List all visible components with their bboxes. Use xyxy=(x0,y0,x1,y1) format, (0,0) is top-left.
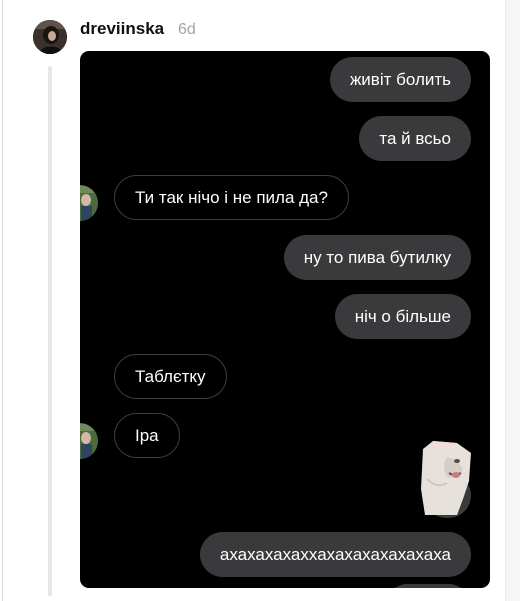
contact-avatar xyxy=(80,185,98,221)
page: dreviinska 6d живіт болить та й всьо Ти … xyxy=(0,0,520,601)
avatar[interactable] xyxy=(33,20,67,54)
message-outgoing: живіт болить xyxy=(329,57,471,102)
message-outgoing: ніч о більше xyxy=(334,294,471,339)
message-outgoing: ахахахахаххахахахахахахаха xyxy=(199,532,471,577)
cat-sticker-icon xyxy=(417,439,473,515)
username-link[interactable]: dreviinska xyxy=(80,19,164,39)
post-age: 6d xyxy=(178,21,196,38)
contact-photo-icon xyxy=(80,423,98,459)
message-incoming: Таблєтку xyxy=(114,354,227,399)
user-photo-icon xyxy=(33,20,67,54)
message-outgoing: ну то пива бутилку xyxy=(283,235,471,280)
thread-line[interactable] xyxy=(48,66,52,596)
contact-avatar xyxy=(80,423,98,459)
chat-screenshot[interactable]: живіт болить та й всьо Ти так нічо і не … xyxy=(80,51,490,588)
page-edge xyxy=(2,0,3,601)
scrollbar[interactable] xyxy=(505,0,520,601)
message-incoming: Ти так нічо і не пила да? xyxy=(114,175,349,220)
message-outgoing: та й всьо xyxy=(359,116,471,161)
message-incoming: Іра xyxy=(114,413,180,458)
contact-photo-icon xyxy=(80,185,98,221)
message-outgoing-partial xyxy=(385,584,471,588)
